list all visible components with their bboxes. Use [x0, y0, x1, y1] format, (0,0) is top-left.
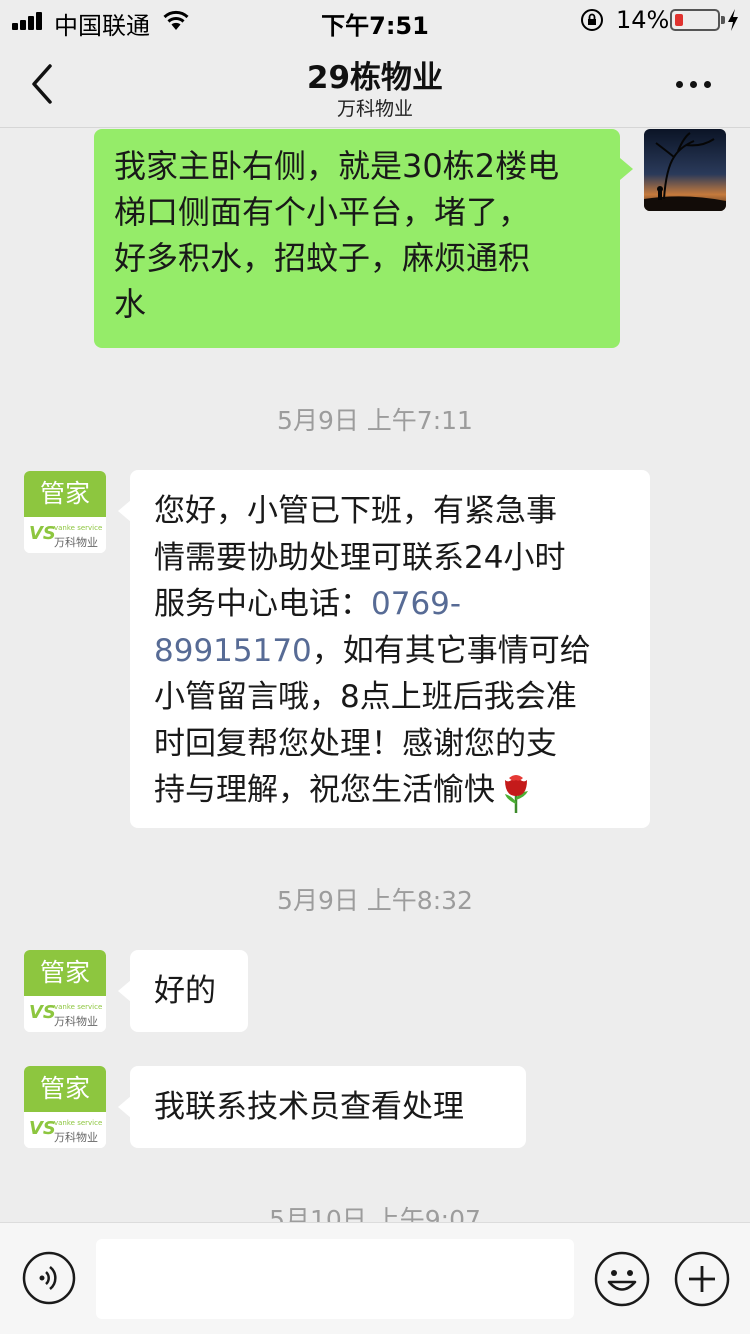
message-line: 您好，小管已下班，有紧急事 [154, 493, 557, 529]
timestamp: 5月9日 上午8:32 [277, 886, 473, 915]
input-bar [0, 1222, 750, 1334]
message-line: 时回复帮您处理！感谢您的支 [154, 725, 557, 762]
agent-avatar-label: 管家 [24, 1066, 106, 1112]
vanke-logo: VS vanke service 万科物业 [24, 996, 106, 1032]
voice-icon[interactable] [22, 1251, 76, 1305]
status-bar: 中国联通 下午7:51 14% [0, 0, 750, 40]
message-text: 好的 [154, 973, 216, 1009]
rotation-lock-icon [581, 9, 603, 31]
message-line: 好多积水，招蚊子，麻烦通积 [114, 239, 531, 277]
agent-avatar[interactable]: 管家 VS vanke service 万科物业 [24, 950, 106, 1032]
chat-subtitle: 万科物业 [336, 98, 413, 120]
agent-avatar[interactable]: 管家 VS vanke service 万科物业 [24, 471, 106, 553]
agent-avatar[interactable]: 管家 VS vanke service 万科物业 [24, 1066, 106, 1148]
message-bubble-incoming[interactable]: 我联系技术员查看处理 [130, 1066, 526, 1148]
message-line: 梯口侧面有个小平台，堵了， [114, 193, 531, 231]
nav-bar: 29栋物业 万科物业 [0, 40, 750, 128]
message-text: 我联系技术员查看处理 [154, 1089, 464, 1125]
message-line: 89915170，如有其它事情可给 [154, 632, 591, 669]
charging-icon [728, 9, 738, 31]
phone-link[interactable]: 89915170 [154, 633, 312, 669]
message-bubble-incoming[interactable]: 您好，小管已下班，有紧急事 情需要协助处理可联系24小时 服务中心电话：0769… [130, 470, 650, 828]
more-icon[interactable] [672, 66, 716, 102]
message-line: 情需要协助处理可联系24小时 [154, 539, 566, 576]
vanke-logo: VS vanke service 万科物业 [24, 517, 106, 553]
battery-percent: 14% [616, 6, 670, 34]
message-line: 服务中心电话：0769- [154, 586, 462, 622]
sunset-silhouette-icon [644, 129, 726, 211]
message-line: 我家主卧右侧，就是30栋2楼电 [114, 147, 560, 185]
rose-icon [505, 774, 528, 813]
plus-icon[interactable] [674, 1251, 730, 1307]
timestamp: 5月9日 上午7:11 [277, 406, 473, 435]
message-line: 水 [114, 285, 147, 323]
battery-level [675, 14, 683, 26]
chat-title: 29栋物业 [306, 60, 444, 96]
agent-avatar-label: 管家 [24, 950, 106, 996]
battery-icon [670, 9, 725, 31]
message-input[interactable] [96, 1239, 574, 1319]
agent-avatar-label: 管家 [24, 471, 106, 517]
message-bubble-outgoing[interactable]: 我家主卧右侧，就是30栋2楼电 梯口侧面有个小平台，堵了， 好多积水，招蚊子，麻… [94, 129, 620, 348]
emoji-icon[interactable] [594, 1251, 650, 1307]
phone-link[interactable]: 0769- [371, 586, 461, 622]
bubble-tail [620, 158, 633, 180]
message-bubble-incoming[interactable]: 好的 [130, 950, 248, 1032]
vanke-logo: VS vanke service 万科物业 [24, 1112, 106, 1148]
message-line: 小管留言哦，8点上班后我会准 [154, 679, 577, 715]
my-avatar[interactable] [644, 129, 726, 211]
message-line: 持与理解，祝您生活愉快 [154, 767, 630, 814]
